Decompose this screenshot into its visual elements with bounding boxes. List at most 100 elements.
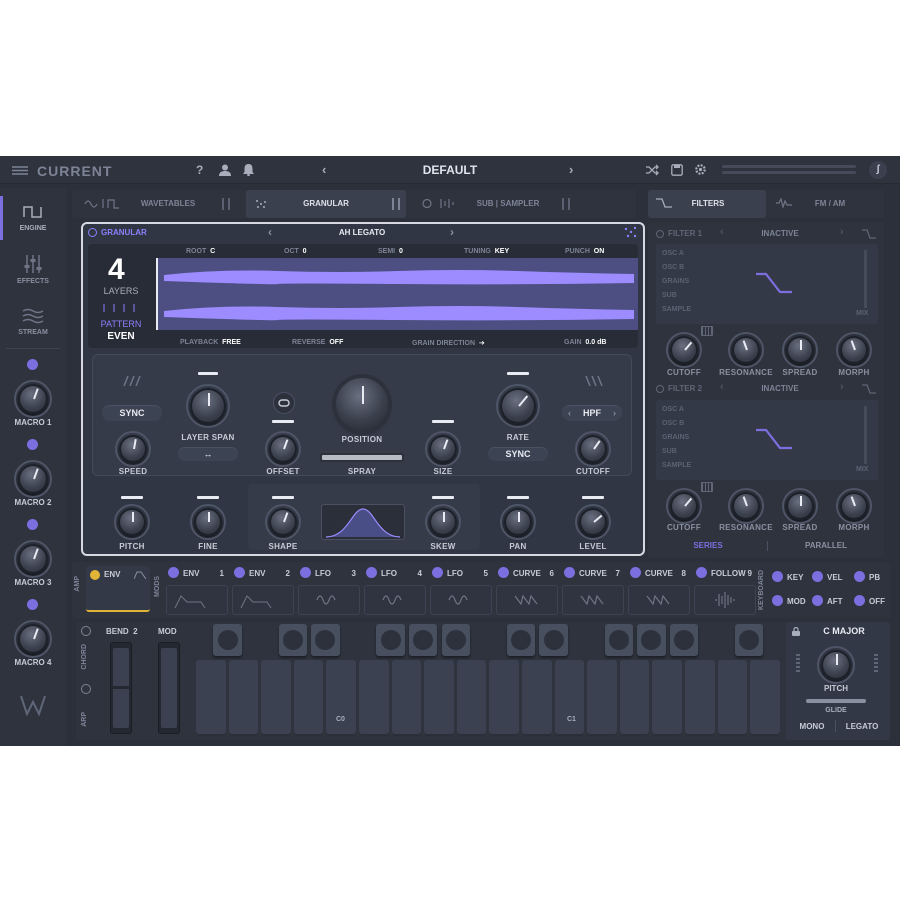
sync-button[interactable]: SYNC [102, 405, 162, 421]
tuning-param[interactable]: TUNING KEY [464, 248, 509, 255]
tab-sub-sampler[interactable]: SUB | SAMPLER [466, 192, 550, 216]
link-toggle-icon[interactable] [273, 392, 295, 414]
kbd-mod-vel[interactable]: VEL [810, 570, 850, 586]
amp-env-slot[interactable]: ENV [86, 566, 150, 612]
filter-2-prev[interactable]: ‹ [720, 381, 724, 393]
filter-2-spread-knob[interactable] [782, 488, 818, 524]
tab-sub-sampler-toggle[interactable] [562, 198, 570, 210]
arp-label[interactable]: ARP [81, 712, 88, 727]
macro-2-knob[interactable] [14, 460, 52, 498]
grain-direction-param[interactable]: GRAIN DIRECTION ➔ [412, 339, 485, 347]
macro-3-knob[interactable] [14, 540, 52, 578]
pattern-value[interactable]: EVEN [96, 331, 146, 342]
pan-knob[interactable] [500, 504, 536, 540]
next-preset-button[interactable]: › [569, 162, 573, 177]
macro-3[interactable]: MACRO 3 [0, 516, 66, 587]
piano-white-key[interactable] [554, 660, 585, 736]
macro-link-icon[interactable] [27, 519, 38, 530]
tab-wavetables[interactable]: WAVETABLES [128, 192, 208, 216]
piano-white-key[interactable] [456, 660, 487, 736]
offset-knob[interactable] [265, 431, 301, 467]
shuffle-icon[interactable] [646, 164, 659, 176]
gain-param[interactable]: GAIN 0.0 dB [564, 339, 606, 346]
size-knob[interactable] [425, 431, 461, 467]
piano-white-key[interactable] [587, 660, 617, 736]
rate-sync-button[interactable]: SYNC [488, 447, 548, 461]
piano-white-key[interactable] [750, 660, 780, 736]
filter-2-state[interactable]: INACTIVE [742, 384, 818, 393]
piano-white-key[interactable] [522, 660, 552, 736]
piano-black-key[interactable] [669, 624, 699, 656]
semi-param[interactable]: SEMI 0 [378, 248, 403, 255]
piano-black-key[interactable] [311, 624, 340, 656]
kbd-mod-pb[interactable]: PB [852, 570, 888, 586]
settings-gear-icon[interactable] [694, 163, 707, 176]
filter-1-spread-knob[interactable] [782, 332, 818, 368]
fine-knob[interactable] [190, 504, 226, 540]
sidebar-item-effects[interactable]: EFFECTS [0, 250, 66, 292]
filter-2-morph-knob[interactable] [836, 488, 872, 524]
octave-down-dots[interactable] [796, 654, 800, 674]
punch-param[interactable]: PUNCH ON [565, 248, 604, 255]
scale-selector[interactable]: C MAJOR [806, 626, 882, 636]
piano-black-key[interactable] [637, 624, 666, 656]
kbd-mod-key[interactable]: KEY [770, 570, 808, 586]
piano-white-key[interactable] [717, 660, 748, 736]
filter-2-resonance-knob[interactable] [728, 488, 764, 524]
piano-white-key[interactable] [196, 660, 226, 736]
filter-1-keytrack-icon[interactable] [701, 326, 713, 336]
piano-white-key[interactable] [326, 660, 356, 736]
skew-knob[interactable] [425, 504, 461, 540]
shape-knob[interactable] [265, 504, 301, 540]
reverse-param[interactable]: REVERSE OFF [292, 339, 343, 346]
piano-black-key[interactable] [408, 624, 438, 656]
tab-filters[interactable]: FILTERS [680, 192, 736, 216]
layers-count[interactable]: 4 [108, 253, 125, 287]
piano-black-key[interactable] [506, 624, 536, 656]
rate-knob[interactable] [496, 384, 540, 428]
filter-1-resonance-knob[interactable] [728, 332, 764, 368]
piano-white-key[interactable] [424, 660, 454, 736]
layer-span-knob[interactable] [186, 384, 230, 428]
piano-black-key[interactable] [213, 624, 242, 656]
piano-white-key[interactable] [489, 660, 519, 736]
macro-1-knob[interactable] [14, 380, 52, 418]
piano-black-key[interactable] [734, 624, 764, 656]
preset-name[interactable]: DEFAULT [360, 163, 540, 177]
piano-black-key[interactable] [441, 624, 471, 656]
octave-up-dots[interactable] [874, 654, 878, 674]
filter-2-keytrack-icon[interactable] [701, 482, 713, 492]
chord-toggle-icon[interactable] [81, 626, 91, 636]
layer-span-mode-button[interactable]: ↔ [178, 447, 238, 461]
notification-bell-icon[interactable] [243, 164, 254, 177]
piano-black-key[interactable] [539, 624, 568, 656]
piano-white-key[interactable] [652, 660, 682, 736]
chord-label[interactable]: CHORD [81, 644, 88, 670]
piano-white-key[interactable] [391, 660, 422, 736]
patch-next-button[interactable]: › [450, 225, 454, 239]
piano-white-key[interactable] [619, 660, 650, 736]
filter-1-cutoff-knob[interactable] [666, 332, 702, 368]
position-knob[interactable] [336, 378, 388, 430]
curve-menu-button[interactable]: ʃ [869, 161, 887, 179]
user-icon[interactable] [219, 164, 231, 176]
sidebar-item-engine[interactable]: ENGINE [0, 196, 66, 240]
sidebar-item-stream[interactable]: STREAM [0, 304, 66, 344]
macro-1[interactable]: MACRO 1 [0, 356, 66, 427]
patch-randomize-icon[interactable] [624, 226, 637, 238]
prev-preset-button[interactable]: ‹ [322, 162, 326, 177]
glide-slider[interactable] [806, 699, 866, 703]
macro-link-icon[interactable] [27, 439, 38, 450]
patch-name[interactable]: AH LEGATO [300, 228, 424, 237]
macro-2[interactable]: MACRO 2 [0, 436, 66, 507]
bend-range[interactable]: 2 [133, 627, 137, 636]
piano-white-key[interactable] [359, 660, 389, 736]
mod-wheel-handle[interactable] [161, 648, 177, 728]
filter-2-next[interactable]: › [840, 381, 844, 393]
filter-1-display[interactable]: OSC A OSC B GRAINS SUB SAMPLE MIX [656, 244, 878, 324]
master-volume-meter[interactable] [722, 164, 856, 176]
tab-fm-am[interactable]: FM / AM [800, 192, 860, 216]
filter-1-state[interactable]: INACTIVE [742, 229, 818, 238]
macro-4[interactable]: MACRO 4 [0, 596, 66, 667]
granular-power-icon[interactable] [88, 228, 97, 237]
